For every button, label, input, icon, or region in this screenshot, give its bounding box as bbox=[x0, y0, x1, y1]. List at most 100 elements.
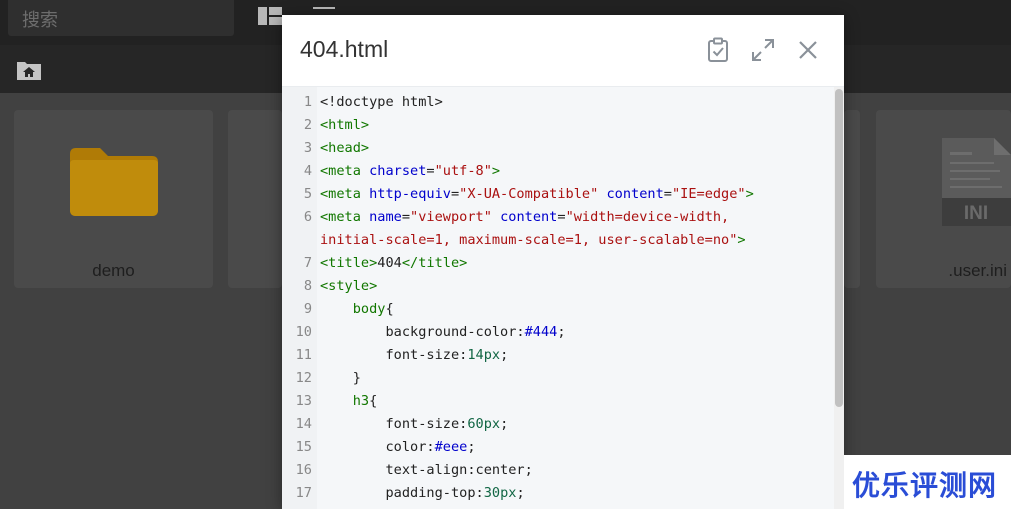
line-number: 9 bbox=[303, 301, 312, 317]
code-token: 14px bbox=[467, 347, 501, 363]
code-line: 8 <style> bbox=[282, 275, 832, 298]
code-token: <!doctype html> bbox=[320, 94, 443, 110]
line-number: 1 bbox=[303, 94, 312, 110]
file-tile-user-ini[interactable]: INI .user.ini bbox=[876, 110, 1011, 288]
file-tile[interactable] bbox=[228, 110, 282, 288]
file-name: demo bbox=[92, 261, 135, 280]
code-token: name bbox=[369, 209, 402, 225]
line-number: 8 bbox=[303, 278, 312, 294]
code-text: color:#eee; bbox=[320, 436, 820, 459]
code-token: 404 bbox=[377, 255, 402, 271]
code-token: ; bbox=[500, 347, 509, 363]
grid-view-icon[interactable] bbox=[258, 7, 282, 25]
code-line: 13 h3{ bbox=[282, 390, 832, 413]
code-token: content bbox=[500, 209, 558, 225]
code-token: background-color: bbox=[320, 324, 525, 340]
code-token: font-size: bbox=[320, 347, 468, 363]
code-token: <style> bbox=[320, 278, 378, 294]
line-number: 14 bbox=[295, 416, 312, 432]
file-editor-modal: 404.html 1 <!doctype html> 2 <html> 3 <head> 4… bbox=[282, 15, 844, 509]
code-line: 1 <!doctype html> bbox=[282, 91, 832, 114]
line-number: 2 bbox=[303, 117, 312, 133]
code-token: http-equiv bbox=[369, 186, 451, 202]
line-number: 11 bbox=[295, 347, 312, 363]
file-tile-demo[interactable]: demo bbox=[14, 110, 213, 288]
close-icon[interactable] bbox=[795, 37, 821, 63]
code-editor[interactable]: 1 <!doctype html> 2 <html> 3 <head> 4 <meta cha… bbox=[282, 87, 844, 509]
code-token: = bbox=[663, 186, 672, 202]
file-name: .user.ini bbox=[948, 261, 1007, 280]
code-text: font-size:60px; bbox=[320, 413, 820, 436]
code-token: <title> bbox=[320, 255, 378, 271]
code-text: h3{ bbox=[320, 390, 820, 413]
file-tile[interactable] bbox=[844, 110, 860, 288]
code-text: <meta charset="utf-8"> bbox=[320, 160, 820, 183]
search-input[interactable]: 搜索 bbox=[8, 0, 234, 36]
code-token: padding-top: bbox=[320, 485, 484, 501]
line-number: 3 bbox=[303, 140, 312, 156]
code-token: <head> bbox=[320, 140, 370, 156]
code-token: { bbox=[369, 393, 378, 409]
code-line: 5 <meta http-equiv="X-UA-Compatible" cont… bbox=[282, 183, 832, 206]
folder-icon bbox=[70, 148, 158, 216]
clipboard-check-icon[interactable] bbox=[705, 37, 731, 63]
code-token: text-align:center; bbox=[320, 462, 533, 478]
code-line: 9 body{ bbox=[282, 298, 832, 321]
code-token: content bbox=[606, 186, 664, 202]
line-number: 13 bbox=[295, 393, 312, 409]
code-line: 2 <html> bbox=[282, 114, 832, 137]
home-folder-icon[interactable] bbox=[17, 60, 41, 80]
code-token: 30px bbox=[483, 485, 517, 501]
code-token: </title> bbox=[401, 255, 468, 271]
code-token: "IE=edge" bbox=[671, 186, 746, 202]
code-text: padding-top:30px; bbox=[320, 482, 820, 505]
code-token: { bbox=[385, 301, 394, 317]
code-line: 16 text-align:center; bbox=[282, 459, 832, 482]
line-number: 4 bbox=[303, 163, 312, 179]
line-number: 5 bbox=[303, 186, 312, 202]
ini-file-icon: INI bbox=[942, 138, 1011, 226]
code-text: <!doctype html> bbox=[320, 91, 820, 114]
code-line: 3 <head> bbox=[282, 137, 832, 160]
scrollbar-thumb[interactable] bbox=[835, 89, 843, 407]
code-token: #eee bbox=[434, 439, 468, 455]
line-number: 6 bbox=[303, 209, 312, 225]
code-token: > bbox=[737, 232, 746, 248]
code-token: = bbox=[426, 163, 435, 179]
code-text: <html> bbox=[320, 114, 820, 137]
line-number: 10 bbox=[295, 324, 312, 340]
ini-badge: INI bbox=[964, 203, 988, 224]
code-text: background-color:#444; bbox=[320, 321, 820, 344]
code-line: 6 <meta name="viewport" content="width=de… bbox=[282, 206, 832, 252]
code-token: > bbox=[745, 186, 754, 202]
watermark-text: 优乐评测网 bbox=[852, 470, 998, 501]
code-token: <meta bbox=[320, 186, 370, 202]
code-token: h3 bbox=[352, 393, 370, 409]
code-line: 4 <meta charset="utf-8"> bbox=[282, 160, 832, 183]
code-text: <style> bbox=[320, 275, 820, 298]
code-text: font-size:14px; bbox=[320, 344, 820, 367]
code-line: 7 <title>404</title> bbox=[282, 252, 832, 275]
code-text: <head> bbox=[320, 137, 820, 160]
code-token: = bbox=[401, 209, 411, 225]
code-line: 11 font-size:14px; bbox=[282, 344, 832, 367]
expand-icon[interactable] bbox=[750, 37, 776, 63]
code-token: ; bbox=[467, 439, 476, 455]
code-token: font-size: bbox=[320, 416, 468, 432]
code-text: body{ bbox=[320, 298, 820, 321]
code-token: = bbox=[450, 186, 460, 202]
line-number: 7 bbox=[303, 255, 312, 271]
code-token: charset bbox=[369, 163, 427, 179]
code-token: #444 bbox=[524, 324, 558, 340]
code-text: <meta name="viewport" content="width=dev… bbox=[320, 206, 820, 252]
code-line: 14 font-size:60px; bbox=[282, 413, 832, 436]
code-text: } bbox=[320, 367, 820, 390]
code-token: = bbox=[557, 209, 566, 225]
code-line: 17 padding-top:30px; bbox=[282, 482, 832, 505]
code-token: ; bbox=[516, 485, 525, 501]
code-token: ; bbox=[500, 416, 509, 432]
code-token: 60px bbox=[467, 416, 501, 432]
